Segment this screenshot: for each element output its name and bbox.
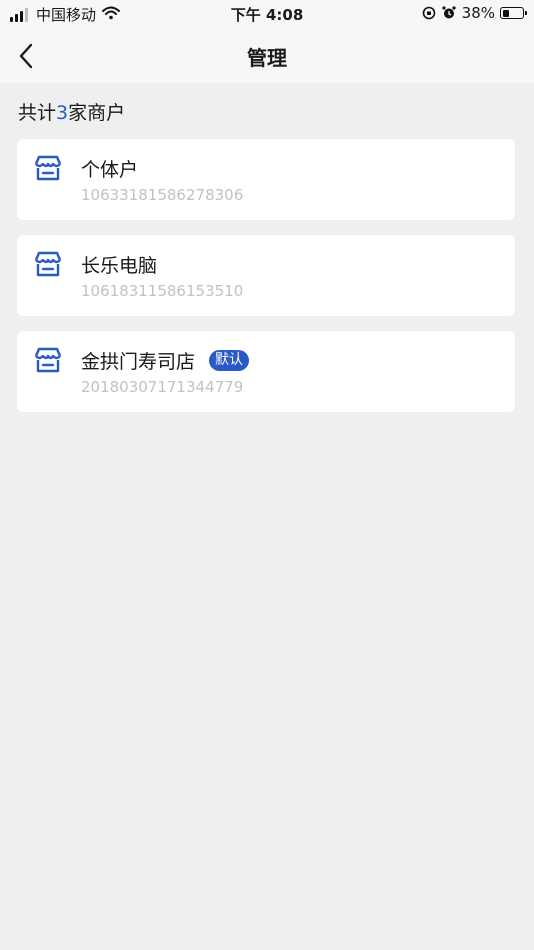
merchant-name: 个体户: [81, 159, 139, 181]
page-title: 管理: [247, 46, 287, 70]
merchant-card[interactable]: 个体户 10633181586278306: [17, 139, 515, 220]
store-icon: [34, 251, 62, 277]
merchant-id: 10633181586278306: [81, 186, 244, 204]
battery-level: [502, 9, 510, 17]
merchant-name-row: 金拱门寿司店 默认: [81, 347, 250, 374]
orientation-lock-icon: [422, 6, 436, 20]
store-icon: [34, 347, 62, 373]
battery-icon: [500, 7, 527, 19]
summary-suffix: 家商户: [68, 102, 126, 124]
merchant-card[interactable]: 长乐电脑 10618311586153510: [17, 235, 515, 316]
merchant-name: 长乐电脑: [81, 255, 158, 277]
alarm-icon: [442, 6, 456, 20]
merchant-id: 20180307171344779: [81, 378, 244, 396]
merchant-id: 10618311586153510: [81, 282, 244, 300]
merchant-name-row: 长乐电脑: [81, 251, 157, 278]
merchant-count: 3: [56, 102, 69, 124]
merchant-name: 金拱门寿司店: [81, 351, 196, 373]
merchant-list: 个体户 10633181586278306 长乐电脑 1061831158615…: [17, 139, 515, 427]
merchant-name-row: 个体户: [81, 155, 138, 182]
battery-percent: 38%: [461, 4, 495, 22]
merchant-card[interactable]: 金拱门寿司店 默认 20180307171344779: [17, 331, 515, 412]
status-right: 38%: [422, 4, 527, 22]
summary-prefix: 共计: [18, 102, 57, 124]
merchant-count-summary: 共计3家商户: [18, 98, 125, 125]
store-icon: [34, 155, 62, 181]
status-bar: 中国移动 下午 4:08 38%: [0, 0, 534, 28]
nav-bar: 管理: [0, 28, 534, 83]
default-badge: 默认: [209, 350, 250, 371]
